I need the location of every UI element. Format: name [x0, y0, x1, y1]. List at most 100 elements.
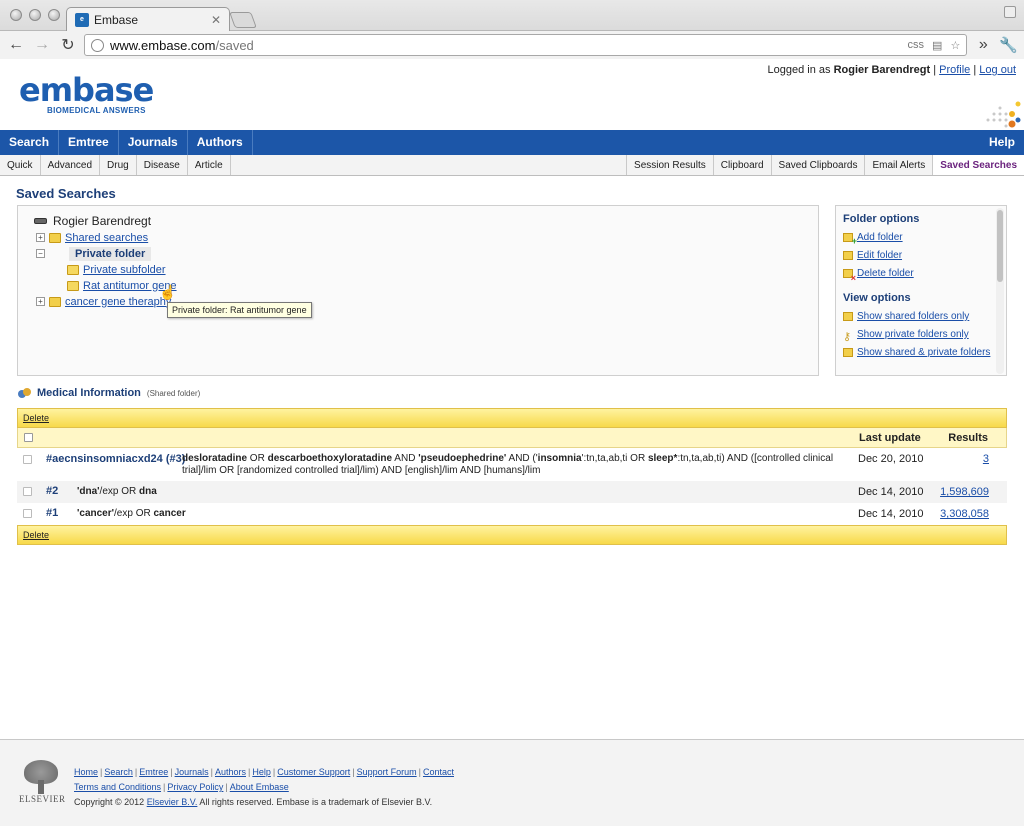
- browser-tab[interactable]: e Embase ✕: [66, 7, 230, 31]
- fullscreen-button[interactable]: [1004, 6, 1016, 18]
- add-folder-link[interactable]: Add folder: [857, 232, 903, 243]
- subnav-advanced[interactable]: Advanced: [41, 155, 101, 175]
- nav-emtree[interactable]: Emtree: [59, 130, 119, 155]
- tab-bar: e Embase ✕: [0, 0, 1024, 31]
- query-op: :tn,ta,ab,ti) AND ([controlled clinical: [677, 453, 834, 464]
- page-action-icon[interactable]: ▤: [932, 39, 942, 52]
- delete-folder-link[interactable]: Delete folder: [857, 268, 914, 279]
- table-row: #aecnsinsomniacxd24 (#3) desloratadine O…: [17, 449, 1007, 481]
- subnav-drug[interactable]: Drug: [100, 155, 137, 175]
- select-all-checkbox[interactable]: [24, 433, 33, 442]
- row-checkbox[interactable]: [23, 487, 32, 496]
- shared-searches-link[interactable]: Shared searches: [65, 232, 148, 244]
- address-bar[interactable]: www.embase.com/saved css ▤ ☆: [84, 34, 968, 56]
- close-tab-icon[interactable]: ✕: [211, 13, 221, 27]
- close-window-button[interactable]: [10, 9, 22, 21]
- minimize-window-button[interactable]: [29, 9, 41, 21]
- subnav-saved-clipboards[interactable]: Saved Clipboards: [770, 155, 865, 175]
- footer-links: Home | Search | Emtree | Journals | Authors | Help…: [74, 767, 454, 812]
- footer-emtree-link[interactable]: Emtree: [139, 767, 168, 777]
- back-arrow-icon[interactable]: ←: [6, 36, 26, 54]
- shared-folder-icon: [49, 232, 61, 243]
- expand-icon[interactable]: +: [36, 297, 45, 306]
- collapse-icon[interactable]: −: [36, 249, 45, 258]
- forward-arrow-icon[interactable]: →: [32, 36, 52, 54]
- results-count-link[interactable]: 3,308,058: [940, 508, 989, 520]
- embase-logo[interactable]: embase BIOMEDICAL ANSWERS: [19, 74, 154, 115]
- edit-folder-option: Edit folder: [843, 250, 1006, 261]
- search-id[interactable]: #2: [46, 485, 58, 497]
- delete-link-bottom[interactable]: Delete: [23, 530, 49, 540]
- zoom-window-button[interactable]: [48, 9, 60, 21]
- nav-journals[interactable]: Journals: [119, 130, 188, 155]
- query-term: 'cancer': [77, 508, 115, 519]
- elsevier-wordmark: ELSEVIER: [19, 794, 66, 804]
- show-private-link[interactable]: Show private folders only: [857, 329, 969, 340]
- show-all-link[interactable]: Show shared & private folders: [857, 347, 990, 358]
- footer-authors-link[interactable]: Authors: [215, 767, 246, 777]
- logout-link[interactable]: Log out: [979, 64, 1016, 76]
- elsevier-logo[interactable]: ELSEVIER: [19, 760, 66, 804]
- subnav-disease[interactable]: Disease: [137, 155, 188, 175]
- nav-search[interactable]: Search: [0, 130, 60, 155]
- footer-support-forum-link[interactable]: Support Forum: [357, 767, 417, 777]
- subnav-article[interactable]: Article: [188, 155, 231, 175]
- scrollbar-thumb[interactable]: [997, 210, 1003, 282]
- elsevier-favicon-icon: e: [75, 12, 89, 27]
- section-header: Medical Information (Shared folder): [18, 387, 200, 399]
- show-private-option: ⚷ Show private folders only: [843, 329, 1006, 343]
- search-id[interactable]: #aecnsinsomniacxd24 (#3): [46, 453, 185, 465]
- url-host: www.embase.com: [110, 37, 216, 53]
- delete-link-top[interactable]: Delete: [23, 413, 49, 423]
- elsevier-bv-link[interactable]: Elsevier B.V.: [147, 797, 198, 807]
- query-op: OR: [247, 453, 268, 464]
- footer-about-link[interactable]: About Embase: [230, 782, 289, 792]
- footer-contact-link[interactable]: Contact: [423, 767, 454, 777]
- footer-journals-link[interactable]: Journals: [175, 767, 209, 777]
- tree-item-private-folder: − Private folder: [36, 246, 818, 261]
- footer-search-link[interactable]: Search: [104, 767, 133, 777]
- options-scrollbar[interactable]: [996, 208, 1004, 374]
- row-checkbox[interactable]: [23, 509, 32, 518]
- nav-help[interactable]: Help: [980, 130, 1024, 155]
- page: Logged in as Rogier Barendregt | Profile…: [0, 60, 1024, 826]
- reload-icon[interactable]: ↻: [58, 35, 78, 55]
- row-checkbox[interactable]: [23, 455, 32, 464]
- show-shared-link[interactable]: Show shared folders only: [857, 311, 969, 322]
- footer-customer-support-link[interactable]: Customer Support: [277, 767, 350, 777]
- show-shared-option: Show shared folders only: [843, 311, 1006, 322]
- footer-privacy-link[interactable]: Privacy Policy: [167, 782, 223, 792]
- search-id[interactable]: #1: [46, 507, 58, 519]
- css-extension-label[interactable]: css: [908, 39, 925, 51]
- edit-folder-link[interactable]: Edit folder: [857, 250, 902, 261]
- decorative-dots-icon: [986, 101, 1021, 128]
- footer-home-link[interactable]: Home: [74, 767, 98, 777]
- drive-icon: [34, 217, 47, 224]
- table-row: #1 'cancer'/exp OR cancer Dec 14, 2010 3…: [17, 503, 1007, 525]
- query-term: 'dna': [77, 486, 100, 497]
- subnav-email-alerts[interactable]: Email Alerts: [864, 155, 932, 175]
- new-tab-button[interactable]: [229, 12, 257, 28]
- subnav-quick[interactable]: Quick: [0, 155, 41, 175]
- results-count-link[interactable]: 3: [983, 453, 989, 465]
- profile-link[interactable]: Profile: [939, 64, 970, 76]
- cancer-gene-theraphy-link[interactable]: cancer gene theraphy: [65, 296, 171, 308]
- subnav-clipboard[interactable]: Clipboard: [712, 155, 771, 175]
- results-count-link[interactable]: 1,598,609: [940, 486, 989, 498]
- subnav-saved-searches[interactable]: Saved Searches: [932, 155, 1024, 175]
- extensions-chevron-icon[interactable]: »: [973, 36, 993, 54]
- footer-links-line-1: Home | Search | Emtree | Journals | Authors | Help…: [74, 767, 454, 777]
- private-subfolder-link[interactable]: Private subfolder: [83, 264, 166, 276]
- expand-icon[interactable]: +: [36, 233, 45, 242]
- private-folder-selected[interactable]: Private folder: [69, 246, 152, 261]
- nav-authors[interactable]: Authors: [188, 130, 253, 155]
- tree-root-label: Rogier Barendregt: [53, 213, 152, 228]
- footer-help-link[interactable]: Help: [252, 767, 271, 777]
- wrench-icon[interactable]: 🔧: [999, 36, 1018, 54]
- footer-terms-link[interactable]: Terms and Conditions: [74, 782, 161, 792]
- subnav-session-results[interactable]: Session Results: [626, 155, 713, 175]
- delete-folder-option: Delete folder: [843, 268, 1006, 283]
- bookmark-star-icon[interactable]: ☆: [950, 39, 960, 52]
- login-status: Logged in as Rogier Barendregt | Profile…: [768, 64, 1017, 76]
- folder-tooltip: Private folder: Rat antitumor gene: [167, 302, 312, 318]
